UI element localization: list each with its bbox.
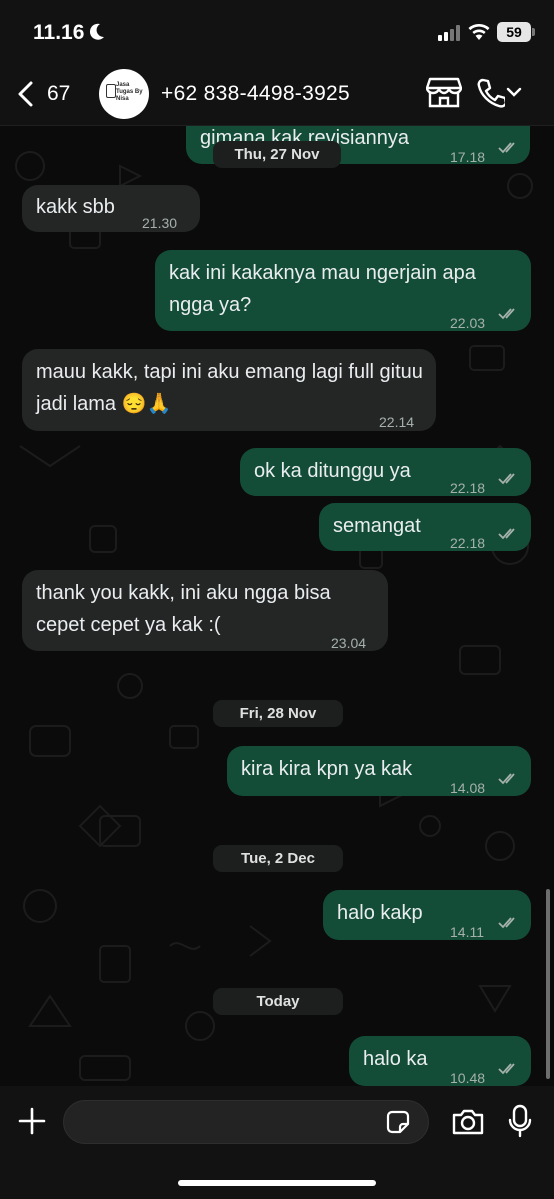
message-bubble-outgoing[interactable]: halo kakp 14.11 xyxy=(323,890,531,940)
message-bubble-outgoing[interactable]: kak ini kakaknya mau ngerjain apa ngga y… xyxy=(155,250,531,331)
message-text: halo ka xyxy=(363,1048,428,1070)
message-time: 17.18 xyxy=(450,149,486,165)
home-indicator xyxy=(178,1180,376,1186)
message-bubble-outgoing[interactable]: halo ka 10.48 xyxy=(349,1036,531,1086)
read-ticks-icon xyxy=(498,308,515,320)
battery-indicator: 59 xyxy=(497,22,531,42)
message-text: kira kira kpn ya kak xyxy=(241,758,413,780)
message-time: 14.11 xyxy=(450,924,484,940)
chevron-down-icon[interactable] xyxy=(506,86,522,98)
sticker-icon[interactable] xyxy=(386,1110,410,1134)
moon-icon xyxy=(89,23,104,40)
plus-icon[interactable] xyxy=(18,1107,46,1135)
message-bubble-incoming[interactable]: kakk sbb 21.30 xyxy=(22,185,200,232)
read-ticks-icon xyxy=(498,1063,515,1075)
status-bar: 11.16 59 xyxy=(0,0,554,62)
avatar[interactable]: Jasa Tugas By Nisa xyxy=(99,69,149,119)
date-separator: Fri, 28 Nov xyxy=(213,700,343,727)
battery-tip xyxy=(532,28,535,36)
date-separator: Today xyxy=(213,988,343,1015)
message-bubble-incoming[interactable]: thank you kakk, ini aku ngga bisa cepet … xyxy=(22,570,388,651)
read-ticks-icon xyxy=(498,142,515,154)
message-text: kakk sbb xyxy=(36,196,115,218)
message-time: 23.04 xyxy=(331,635,367,651)
message-bubble-outgoing[interactable]: semangat 22.18 xyxy=(319,503,531,551)
message-time: 22.14 xyxy=(379,414,415,430)
message-time: 21.30 xyxy=(142,215,178,231)
read-ticks-icon xyxy=(498,528,515,540)
avatar-logo-text: Jasa Tugas By Nisa xyxy=(116,82,143,102)
wifi-icon xyxy=(468,23,490,40)
message-text: halo kakp xyxy=(337,902,423,924)
contact-name[interactable]: +62 838-4498-3925 xyxy=(161,82,350,106)
chat-area[interactable]: gimana kak revisiannya 17.18 Thu, 27 Nov… xyxy=(0,126,554,1086)
message-bubble-outgoing[interactable]: ok ka ditunggu ya 22.18 xyxy=(240,448,531,496)
read-ticks-icon xyxy=(498,773,515,785)
message-time: 22.18 xyxy=(450,480,486,496)
date-separator: Tue, 2 Dec xyxy=(213,845,343,872)
back-chevron-icon[interactable] xyxy=(14,80,38,108)
read-ticks-icon xyxy=(498,473,515,485)
signal-icon xyxy=(438,25,460,41)
microphone-icon[interactable] xyxy=(508,1104,532,1138)
message-text: semangat xyxy=(333,515,421,537)
message-text: mauu kakk, tapi ini aku emang lagi full … xyxy=(36,361,423,415)
message-input[interactable] xyxy=(63,1100,429,1144)
unread-count[interactable]: 67 xyxy=(47,82,70,106)
message-time: 10.48 xyxy=(450,1070,486,1086)
message-text: ok ka ditunggu ya xyxy=(254,460,411,482)
message-time: 14.08 xyxy=(450,780,486,796)
read-ticks-icon xyxy=(498,917,515,929)
chat-header: 67 Jasa Tugas By Nisa +62 838-4498-3925 xyxy=(0,62,554,126)
message-bubble-incoming[interactable]: mauu kakk, tapi ini aku emang lagi full … xyxy=(22,349,436,431)
scrollbar[interactable] xyxy=(546,889,550,1079)
message-bubble-outgoing[interactable]: kira kira kpn ya kak 14.08 xyxy=(227,746,531,796)
call-icon[interactable] xyxy=(477,78,505,108)
store-icon[interactable] xyxy=(426,76,462,108)
message-text: thank you kakk, ini aku ngga bisa cepet … xyxy=(36,582,331,636)
message-time: 22.18 xyxy=(450,535,486,551)
message-time: 22.03 xyxy=(450,315,486,331)
camera-icon[interactable] xyxy=(451,1108,485,1136)
composer-bar xyxy=(0,1086,554,1199)
status-time: 11.16 xyxy=(33,21,85,44)
date-separator: Thu, 27 Nov xyxy=(213,141,341,168)
